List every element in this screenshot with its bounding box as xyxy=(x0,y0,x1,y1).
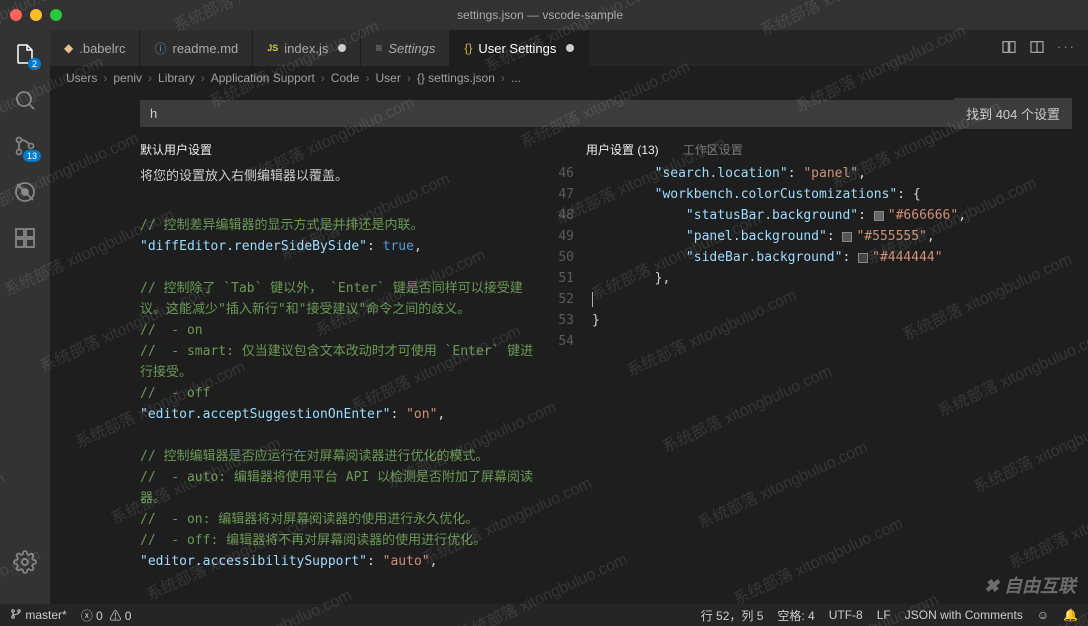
breadcrumb-item[interactable]: Library xyxy=(158,71,195,85)
split-editor-icon[interactable] xyxy=(1029,39,1045,58)
eol-indicator[interactable]: LF xyxy=(877,608,891,622)
chevron-right-icon: › xyxy=(365,71,369,85)
minimize-window-button[interactable] xyxy=(30,9,42,21)
tab-label: User Settings xyxy=(478,41,556,56)
split-diff-icon[interactable] xyxy=(1001,39,1017,58)
encoding-indicator[interactable]: UTF-8 xyxy=(829,608,863,622)
traffic-lights xyxy=(10,9,62,21)
breadcrumb-item[interactable]: User xyxy=(375,71,400,85)
settings-hint: 将您的设置放入右侧编辑器以覆盖。 xyxy=(50,163,550,194)
tab-label: .babelrc xyxy=(79,41,125,56)
json-file-icon: {} xyxy=(464,41,472,55)
chevron-right-icon: › xyxy=(201,71,205,85)
close-window-button[interactable] xyxy=(10,9,22,21)
extensions-icon[interactable] xyxy=(11,224,39,252)
debug-icon[interactable] xyxy=(11,178,39,206)
chevron-right-icon: › xyxy=(321,71,325,85)
editor-tab[interactable]: ≡ Settings xyxy=(361,30,450,66)
dirty-indicator-icon xyxy=(566,44,574,52)
activity-bar: 2 13 xyxy=(0,30,50,604)
cursor-position[interactable]: 行 52，列 5 xyxy=(701,607,764,624)
editor-tab[interactable]: ⓘ readme.md xyxy=(140,30,253,66)
tab-label: Settings xyxy=(388,41,435,56)
search-icon[interactable] xyxy=(11,86,39,114)
breadcrumb-item[interactable]: Users xyxy=(66,71,97,85)
editor-tab[interactable]: JS index.js xyxy=(253,30,361,66)
feedback-icon[interactable]: ☺ xyxy=(1037,608,1049,622)
breadcrumb-item[interactable]: peniv xyxy=(113,71,142,85)
indent-indicator[interactable]: 空格: 4 xyxy=(777,607,814,624)
breadcrumb-item[interactable]: {} settings.json xyxy=(417,71,495,85)
source-control-icon[interactable]: 13 xyxy=(11,132,39,160)
tab-label: index.js xyxy=(284,41,328,56)
scm-badge: 13 xyxy=(23,150,41,162)
breadcrumb-item[interactable]: Code xyxy=(331,71,360,85)
status-bar: master* ⓧ 0 ⚠ 0 行 52，列 5 空格: 4 UTF-8 LF … xyxy=(0,604,1088,626)
user-settings-tab[interactable]: 用户设置 (13) xyxy=(586,141,659,158)
editor-tab[interactable]: ◆ .babelrc xyxy=(50,30,140,66)
chevron-right-icon: › xyxy=(103,71,107,85)
file-icon: JS xyxy=(267,43,278,53)
explorer-badge: 2 xyxy=(28,58,41,70)
file-icon: ⓘ xyxy=(154,40,166,57)
breadcrumb-item[interactable]: ... xyxy=(511,71,521,85)
chevron-right-icon: › xyxy=(148,71,152,85)
editor-tab[interactable]: {} User Settings xyxy=(450,30,589,66)
editor-tabs: ◆ .babelrc ⓘ readme.md JS index.js ≡ Settings {}… xyxy=(50,30,1088,66)
workspace-settings-tab[interactable]: 工作区设置 xyxy=(683,141,743,158)
file-icon: ◆ xyxy=(64,41,73,55)
default-settings-editor[interactable]: // 控制差异编辑器的显示方式是并排还是内联。"diffEditor.rende… xyxy=(50,194,550,572)
settings-gear-icon[interactable] xyxy=(11,548,39,576)
search-result-count: 找到 404 个设置 xyxy=(954,98,1072,129)
breadcrumbs[interactable]: Users › peniv › Library › Application Support ›… xyxy=(50,66,1088,90)
notifications-icon[interactable]: 🔔 xyxy=(1063,608,1078,622)
file-icon: ≡ xyxy=(375,41,382,55)
chevron-right-icon: › xyxy=(407,71,411,85)
branch-indicator[interactable]: master* xyxy=(10,608,67,622)
language-indicator[interactable]: JSON with Comments xyxy=(905,608,1023,622)
tab-label: readme.md xyxy=(173,41,239,56)
explorer-icon[interactable]: 2 xyxy=(11,40,39,68)
maximize-window-button[interactable] xyxy=(50,9,62,21)
default-settings-header: 默认用户设置 xyxy=(140,141,212,158)
window-title: settings.json — vscode-sample xyxy=(62,8,1018,22)
user-settings-editor[interactable]: 46 "search.location": "panel",47 "workbe… xyxy=(550,163,1088,352)
more-actions-icon[interactable]: ··· xyxy=(1057,39,1076,58)
breadcrumb-item[interactable]: Application Support xyxy=(211,71,315,85)
settings-search-input[interactable] xyxy=(140,100,954,127)
titlebar: settings.json — vscode-sample xyxy=(0,0,1088,30)
problems-indicator[interactable]: ⓧ 0 ⚠ 0 xyxy=(81,607,132,624)
dirty-indicator-icon xyxy=(338,44,346,52)
chevron-right-icon: › xyxy=(501,71,505,85)
